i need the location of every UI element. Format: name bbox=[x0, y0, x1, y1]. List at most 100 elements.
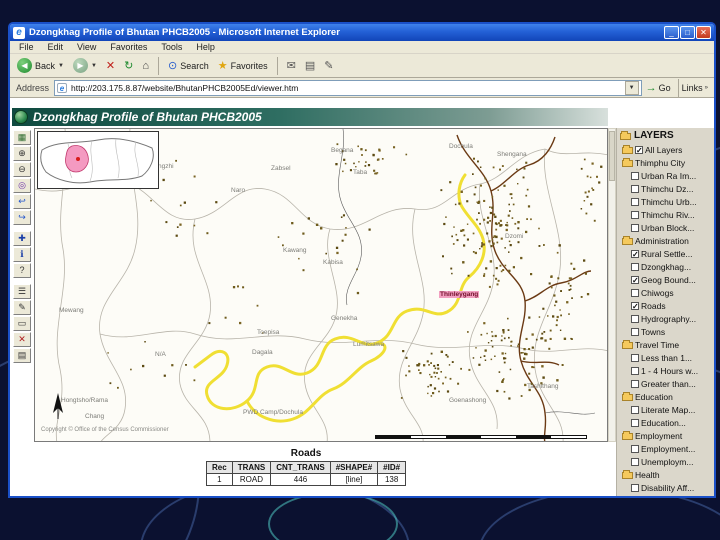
layer-checkbox-hydrography[interactable] bbox=[631, 314, 639, 323]
menu-view[interactable]: View bbox=[70, 42, 103, 52]
layer-item-greater-than[interactable]: Greater than... bbox=[620, 377, 714, 390]
layer-item-thimchu-riv[interactable]: Thimchu Riv... bbox=[620, 208, 714, 221]
zoom-in-button[interactable]: ⊕ bbox=[13, 146, 31, 161]
layer-folder-all-layers[interactable]: ✓ All Layers bbox=[620, 143, 714, 156]
print-button[interactable]: ▤ bbox=[13, 348, 31, 363]
query-button[interactable]: ? bbox=[13, 263, 31, 278]
zoom-full-extent-button[interactable]: ◎ bbox=[13, 178, 31, 193]
edit-button[interactable]: ✎ bbox=[321, 59, 336, 73]
address-input[interactable]: e http://203.175.8.87/website/BhutanPHCB… bbox=[54, 79, 642, 96]
layer-checkbox-thimchu-dz[interactable] bbox=[631, 184, 639, 193]
layer-label: Education... bbox=[641, 417, 686, 428]
favorites-button[interactable]: ★ Favorites bbox=[215, 59, 271, 73]
layer-item-dzongkhag[interactable]: Dzongkhag... bbox=[620, 260, 714, 273]
forward-extent-button[interactable]: ↪ bbox=[13, 210, 31, 225]
zoom-out-button[interactable]: ⊖ bbox=[13, 162, 31, 177]
refresh-button[interactable]: ↻ bbox=[121, 59, 136, 73]
menu-favorites[interactable]: Favorites bbox=[103, 42, 154, 52]
stop-button[interactable]: ✕ bbox=[103, 59, 118, 73]
layer-item-thimchu-dz[interactable]: Thimchu Dz... bbox=[620, 182, 714, 195]
menu-tools[interactable]: Tools bbox=[154, 42, 189, 52]
print-button[interactable]: ▤ bbox=[302, 59, 318, 73]
folder-icon bbox=[622, 430, 633, 440]
layer-folder-health[interactable]: Health bbox=[620, 468, 714, 481]
pan-button[interactable]: ✚ bbox=[13, 231, 31, 246]
back-extent-button[interactable]: ↩ bbox=[13, 194, 31, 209]
layer-checkbox-less-than-1[interactable] bbox=[631, 353, 639, 362]
layer-item-towns[interactable]: Towns bbox=[620, 325, 714, 338]
layer-checkbox-urban-block[interactable] bbox=[631, 223, 639, 232]
layer-folder-travel-time[interactable]: Travel Time bbox=[620, 338, 714, 351]
layer-checkbox-all-layers[interactable]: ✓ bbox=[635, 145, 643, 154]
layer-item-less-than-1[interactable]: Less than 1... bbox=[620, 351, 714, 364]
layer-checkbox-education[interactable] bbox=[631, 418, 639, 427]
layer-item-thimchu-urb[interactable]: Thimchu Urb... bbox=[620, 195, 714, 208]
layer-item-rural-settle[interactable]: ✓ Rural Settle... bbox=[620, 247, 714, 260]
layer-checkbox-literate-map[interactable] bbox=[631, 405, 639, 414]
layer-folder-thimphu-city[interactable]: Thimphu City bbox=[620, 156, 714, 169]
layer-checkbox-1-4-hours-w[interactable] bbox=[631, 366, 639, 375]
layer-folder-employment[interactable]: Employment bbox=[620, 429, 714, 442]
map-label-mewang: Mewang bbox=[59, 307, 84, 314]
scrollbar-thumb[interactable] bbox=[609, 131, 615, 181]
maximize-button[interactable]: □ bbox=[680, 26, 695, 39]
layer-item-employment[interactable]: Employment... bbox=[620, 442, 714, 455]
menu-edit[interactable]: Edit bbox=[41, 42, 71, 52]
layer-checkbox-rural-settle[interactable]: ✓ bbox=[631, 249, 639, 258]
menu-help[interactable]: Help bbox=[189, 42, 222, 52]
address-dropdown-icon[interactable]: ▼ bbox=[624, 80, 639, 95]
select-box-button[interactable]: ▭ bbox=[13, 316, 31, 331]
measure-button[interactable]: ✎ bbox=[13, 300, 31, 315]
layer-item-geog-bound[interactable]: ✓ Geog Bound... bbox=[620, 273, 714, 286]
layer-item-hydrography[interactable]: Hydrography... bbox=[620, 312, 714, 325]
overview-map-button[interactable]: ▦ bbox=[13, 130, 31, 145]
layer-label: Travel Time bbox=[635, 339, 680, 350]
search-button[interactable]: ⊙ Search bbox=[165, 59, 212, 73]
legend-button[interactable]: ☰ bbox=[13, 284, 31, 299]
layer-item-1-4-hours-w[interactable]: 1 - 4 Hours w... bbox=[620, 364, 714, 377]
home-button[interactable]: ⌂ bbox=[139, 59, 152, 73]
layer-label: 1 - 4 Hours w... bbox=[641, 365, 699, 376]
layer-checkbox-urban-ra-im[interactable] bbox=[631, 171, 639, 180]
layer-item-education[interactable]: Education... bbox=[620, 416, 714, 429]
layer-checkbox-chiwogs[interactable] bbox=[631, 288, 639, 297]
layer-item-disability-af[interactable]: Disability Af... bbox=[620, 494, 714, 497]
layer-item-urban-ra-im[interactable]: Urban Ra Im... bbox=[620, 169, 714, 182]
title-bar[interactable]: e Dzongkhag Profile of Bhutan PHCB2005 -… bbox=[10, 24, 714, 41]
copyright-text: Copyright © Office of the Census Commiss… bbox=[41, 427, 169, 433]
table-row[interactable]: 1 ROAD 446 [line] 138 bbox=[206, 473, 407, 486]
layer-folder-administration[interactable]: Administration bbox=[620, 234, 714, 247]
layer-item-roads[interactable]: ✓ Roads bbox=[620, 299, 714, 312]
menu-file[interactable]: File bbox=[12, 42, 41, 52]
layer-checkbox-employment[interactable] bbox=[631, 444, 639, 453]
layer-checkbox-towns[interactable] bbox=[631, 327, 639, 336]
layer-folder-education[interactable]: Education bbox=[620, 390, 714, 403]
layer-checkbox-geog-bound[interactable]: ✓ bbox=[631, 275, 639, 284]
layer-checkbox-disability-aff[interactable] bbox=[631, 483, 639, 492]
layer-label: Thimphu City bbox=[635, 157, 686, 168]
mail-button[interactable]: ✉ bbox=[284, 59, 299, 73]
layer-item-chiwogs[interactable]: Chiwogs bbox=[620, 286, 714, 299]
layer-checkbox-thimchu-riv[interactable] bbox=[631, 210, 639, 219]
layer-checkbox-greater-than[interactable] bbox=[631, 379, 639, 388]
layer-checkbox-roads[interactable]: ✓ bbox=[631, 301, 639, 310]
layer-item-literate-map[interactable]: Literate Map... bbox=[620, 403, 714, 416]
close-button[interactable]: ✕ bbox=[696, 26, 711, 39]
layer-item-urban-block[interactable]: Urban Block... bbox=[620, 221, 714, 234]
layer-item-unemploym[interactable]: Unemploym... bbox=[620, 455, 714, 468]
layer-checkbox-thimchu-urb[interactable] bbox=[631, 197, 639, 206]
map-scrollbar[interactable] bbox=[608, 128, 616, 442]
go-button[interactable]: → Go bbox=[646, 82, 671, 94]
layer-checkbox-unemploym[interactable] bbox=[631, 457, 639, 466]
links-menu[interactable]: Links » bbox=[682, 83, 708, 93]
map-label-kawang: Kawang bbox=[283, 247, 307, 254]
back-button[interactable]: ◀ Back ▼ bbox=[14, 57, 67, 74]
map-view[interactable]: LingzhiSoeNaroZabselBeganaTabaDochulaShe… bbox=[34, 128, 608, 442]
layer-checkbox-dzongkhag[interactable] bbox=[631, 262, 639, 271]
clear-selection-button[interactable]: ✕ bbox=[13, 332, 31, 347]
overview-map[interactable] bbox=[37, 131, 159, 189]
minimize-button[interactable]: _ bbox=[664, 26, 679, 39]
forward-button[interactable]: ▶ ▼ bbox=[70, 57, 100, 74]
layer-item-disability-aff[interactable]: Disability Aff... bbox=[620, 481, 714, 494]
identify-button[interactable]: ℹ bbox=[13, 247, 31, 262]
